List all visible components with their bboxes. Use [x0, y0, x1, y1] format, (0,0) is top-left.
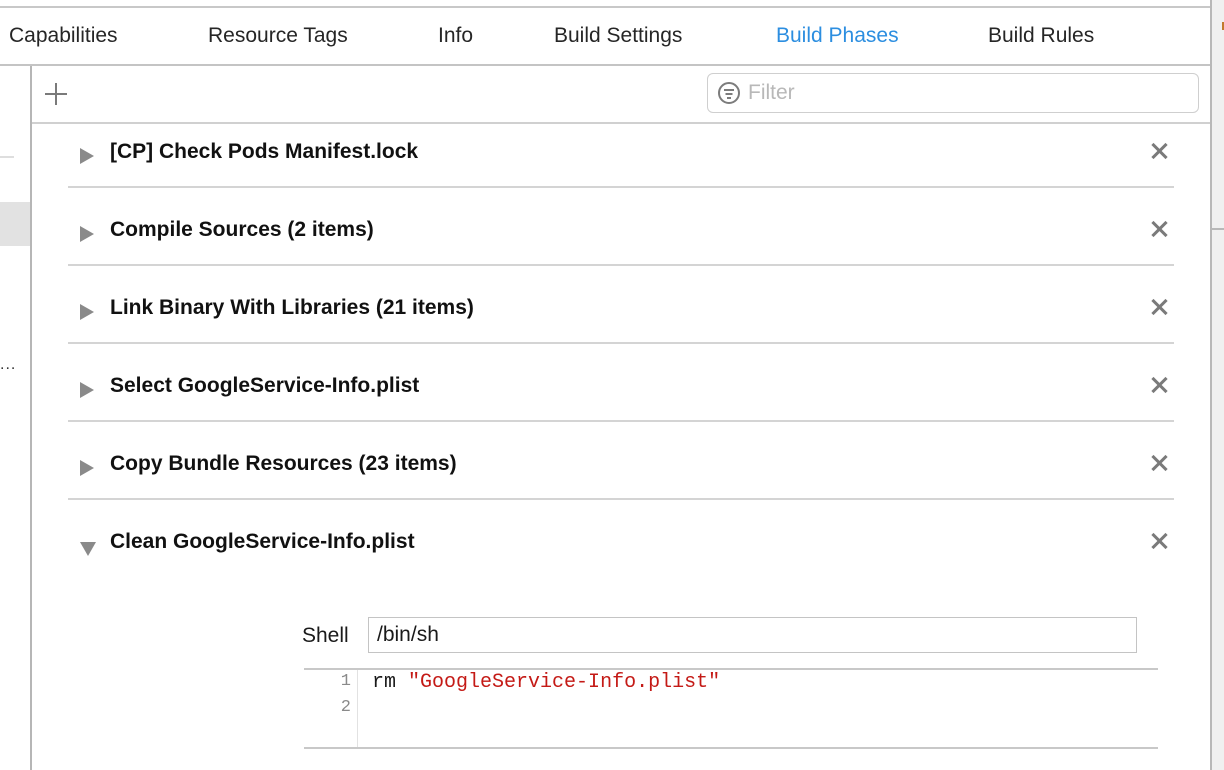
- build-phases-toolbar: [32, 66, 1210, 122]
- targets-sidebar: [0, 66, 30, 770]
- disclosure-triangle-collapsed-icon[interactable]: [80, 382, 94, 398]
- tab-info[interactable]: Info: [438, 8, 473, 64]
- phase-title[interactable]: Clean GoogleService-Info.plist: [110, 530, 415, 554]
- build-phase-clean-plist: Clean GoogleService-Info.plist: [68, 520, 1174, 598]
- script-editor-top-border: [304, 668, 1158, 670]
- phase-title[interactable]: Copy Bundle Resources (23 items): [110, 452, 457, 476]
- tab-build-rules[interactable]: Build Rules: [988, 8, 1094, 64]
- build-phase-copy-bundle-resources: Copy Bundle Resources (23 items): [68, 442, 1174, 520]
- tab-build-phases[interactable]: Build Phases: [776, 8, 899, 64]
- delete-phase-close-icon[interactable]: [1151, 532, 1169, 550]
- delete-phase-close-icon[interactable]: [1151, 142, 1169, 160]
- phase-divider: [68, 342, 1174, 344]
- phase-title[interactable]: Select GoogleService-Info.plist: [110, 374, 419, 398]
- build-phase-check-pods: [CP] Check Pods Manifest.lock: [68, 130, 1174, 208]
- script-editor-bottom-border: [304, 747, 1158, 749]
- code-string-literal: "GoogleService-Info.plist": [408, 671, 721, 694]
- filter-icon[interactable]: [718, 82, 740, 104]
- add-build-phase-button[interactable]: [44, 82, 68, 106]
- sidebar-selected-target[interactable]: [0, 202, 30, 246]
- disclosure-triangle-collapsed-icon[interactable]: [80, 148, 94, 164]
- phase-title[interactable]: Compile Sources (2 items): [110, 218, 374, 242]
- shell-label: Shell: [302, 624, 349, 647]
- build-phase-select-plist: Select GoogleService-Info.plist: [68, 364, 1174, 442]
- tab-resource-tags[interactable]: Resource Tags: [208, 8, 348, 64]
- line-number: 2: [340, 698, 351, 717]
- phase-divider: [68, 420, 1174, 422]
- phase-title[interactable]: [CP] Check Pods Manifest.lock: [110, 140, 418, 164]
- filter-input[interactable]: [748, 74, 1188, 111]
- shell-input[interactable]: [368, 617, 1137, 653]
- phase-divider: [68, 498, 1174, 500]
- phase-title[interactable]: Link Binary With Libraries (21 items): [110, 296, 474, 320]
- tab-capabilities[interactable]: Capabilities: [9, 8, 118, 64]
- line-number: 1: [340, 672, 351, 691]
- build-phase-link-binary: Link Binary With Libraries (21 items): [68, 286, 1174, 364]
- disclosure-triangle-collapsed-icon[interactable]: [80, 460, 94, 476]
- toolbar-divider: [32, 122, 1210, 124]
- disclosure-triangle-collapsed-icon[interactable]: [80, 304, 94, 320]
- build-phase-compile-sources: Compile Sources (2 items): [68, 208, 1174, 286]
- editor-tab-bar: Capabilities Resource Tags Info Build Se…: [0, 8, 1210, 64]
- delete-phase-close-icon[interactable]: [1151, 376, 1169, 394]
- line-number-gutter: 1 2: [304, 670, 358, 747]
- disclosure-triangle-expanded-icon[interactable]: [80, 542, 96, 556]
- tab-build-settings[interactable]: Build Settings: [554, 8, 682, 64]
- inspector-panel-edge: [1210, 0, 1224, 770]
- sidebar-separator: [0, 156, 14, 158]
- delete-phase-close-icon[interactable]: [1151, 220, 1169, 238]
- script-editor[interactable]: rm "GoogleService-Info.plist": [372, 671, 720, 694]
- sidebar-truncated-item[interactable]: ...: [0, 356, 16, 374]
- filter-field[interactable]: [707, 73, 1199, 113]
- sidebar-divider[interactable]: [30, 66, 32, 770]
- phase-divider: [68, 186, 1174, 188]
- delete-phase-close-icon[interactable]: [1151, 298, 1169, 316]
- code-command: rm: [372, 671, 397, 694]
- inspector-separator: [1212, 228, 1224, 230]
- disclosure-triangle-collapsed-icon[interactable]: [80, 226, 94, 242]
- phase-divider: [68, 264, 1174, 266]
- delete-phase-close-icon[interactable]: [1151, 454, 1169, 472]
